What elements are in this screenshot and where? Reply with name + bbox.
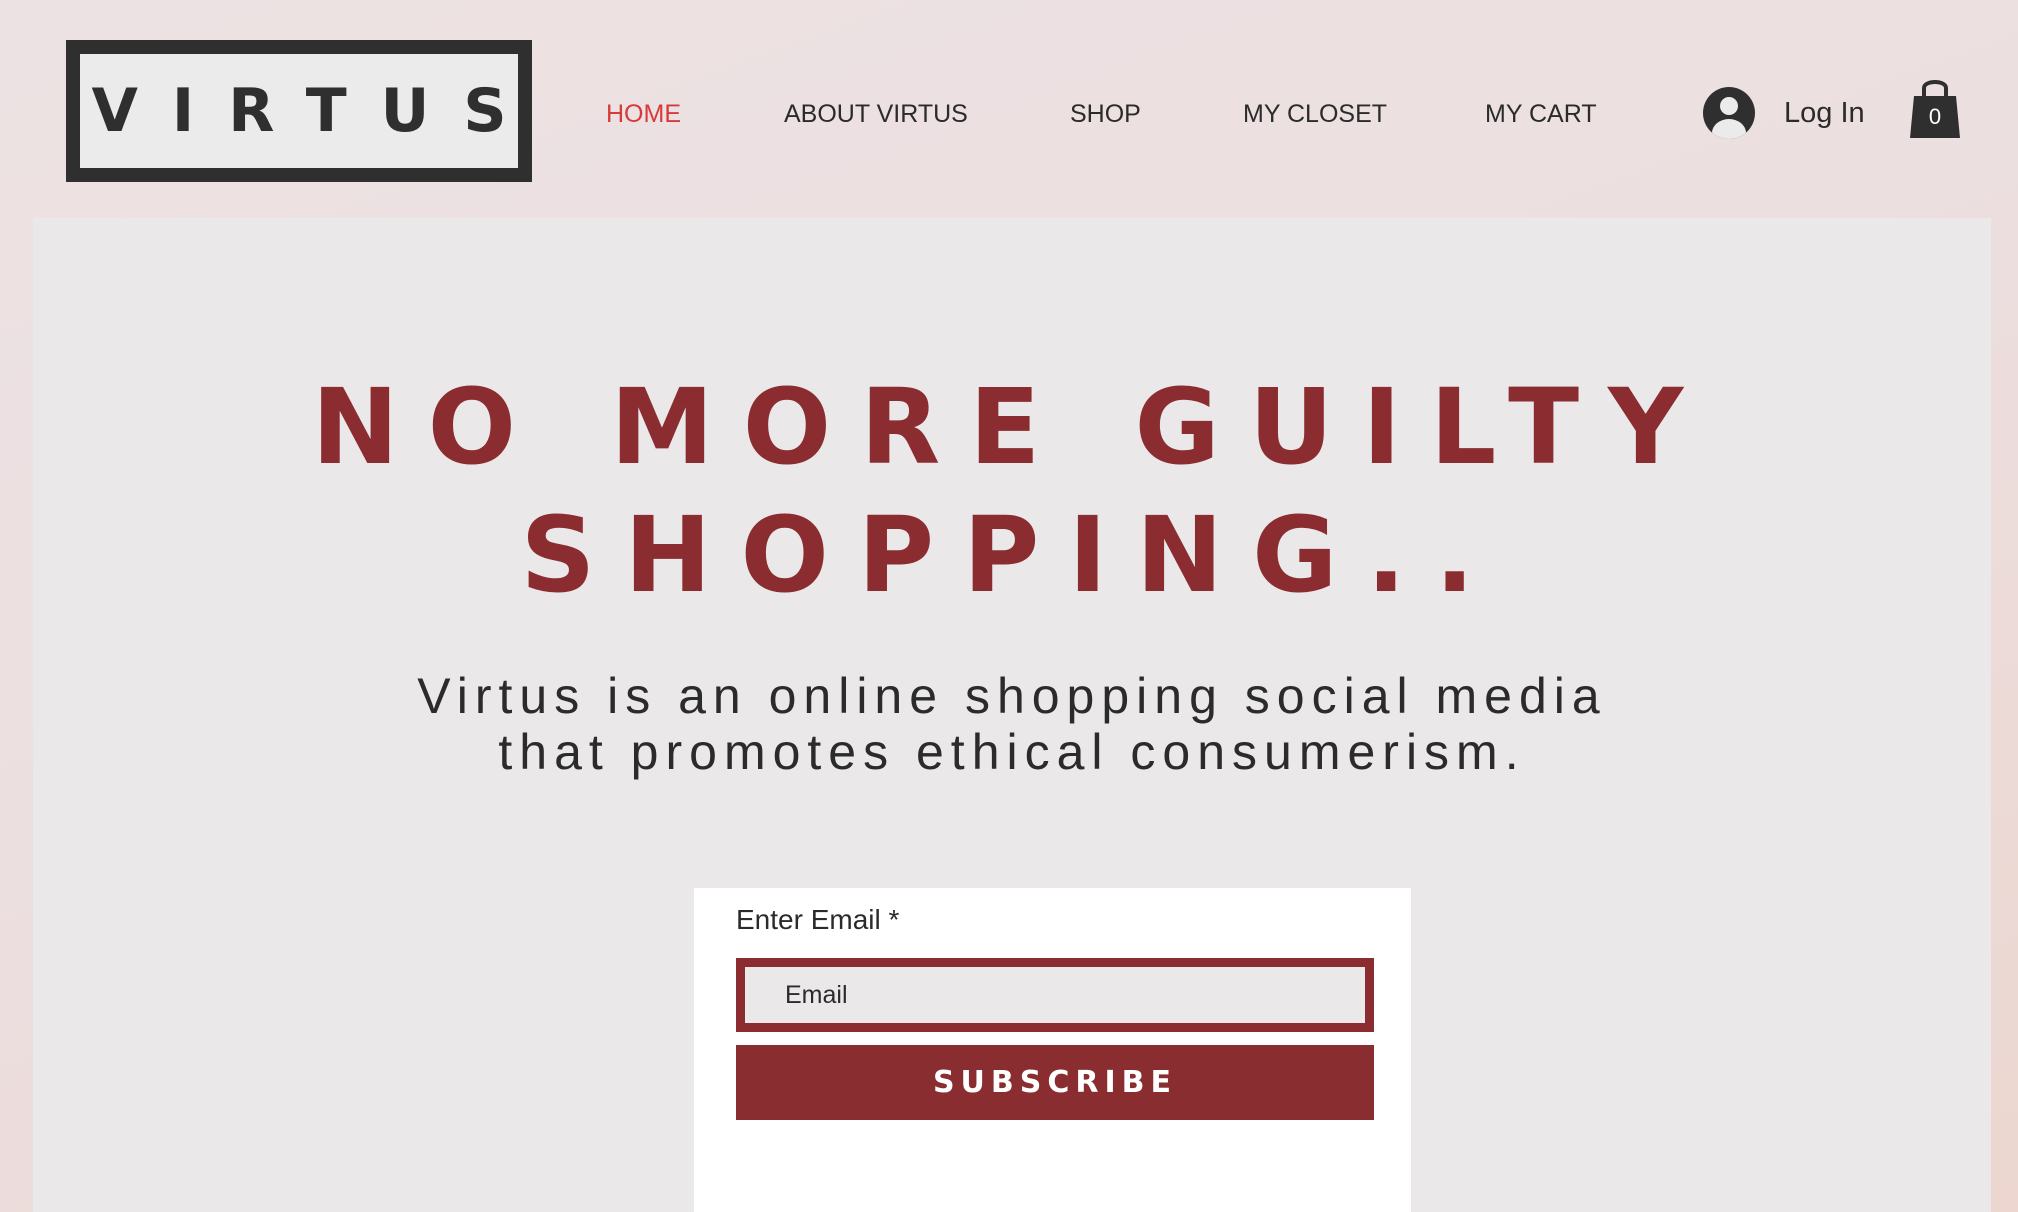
nav-item-my-closet[interactable]: MY CLOSET (1243, 100, 1387, 129)
headline-line-2: SHOPPING.. (520, 494, 1504, 616)
hero-section: NO MORE GUILTY SHOPPING.. Virtus is an o… (33, 218, 1991, 1212)
login-label: Log In (1784, 96, 1865, 129)
nav-item-home[interactable]: HOME (606, 100, 681, 129)
hero-headline: NO MORE GUILTY SHOPPING.. (33, 363, 1991, 619)
hero-subtitle: Virtus is an online shopping social medi… (33, 668, 1991, 780)
nav-item-shop[interactable]: SHOP (1070, 100, 1141, 129)
user-icon (1703, 87, 1755, 139)
headline-line-1: NO MORE GUILTY (311, 366, 1713, 488)
newsletter-form: Enter Email * SUBSCRIBE (694, 888, 1411, 1212)
subtitle-line-1: Virtus is an online shopping social medi… (417, 668, 1607, 724)
email-field[interactable] (736, 958, 1374, 1032)
login-button[interactable]: Log In (1703, 85, 1865, 141)
subtitle-line-2: that promotes ethical consumerism. (498, 724, 1526, 780)
nav-item-my-cart[interactable]: MY CART (1485, 100, 1597, 129)
main-nav: HOME ABOUT VIRTUS SHOP MY CLOSET MY CART (0, 100, 1700, 136)
email-field-label: Enter Email * (736, 904, 900, 935)
cart-count-badge: 0 (1928, 104, 1942, 129)
nav-item-about[interactable]: ABOUT VIRTUS (784, 100, 968, 129)
subscribe-button[interactable]: SUBSCRIBE (736, 1045, 1374, 1120)
cart-button[interactable]: 0 (1908, 76, 1962, 140)
